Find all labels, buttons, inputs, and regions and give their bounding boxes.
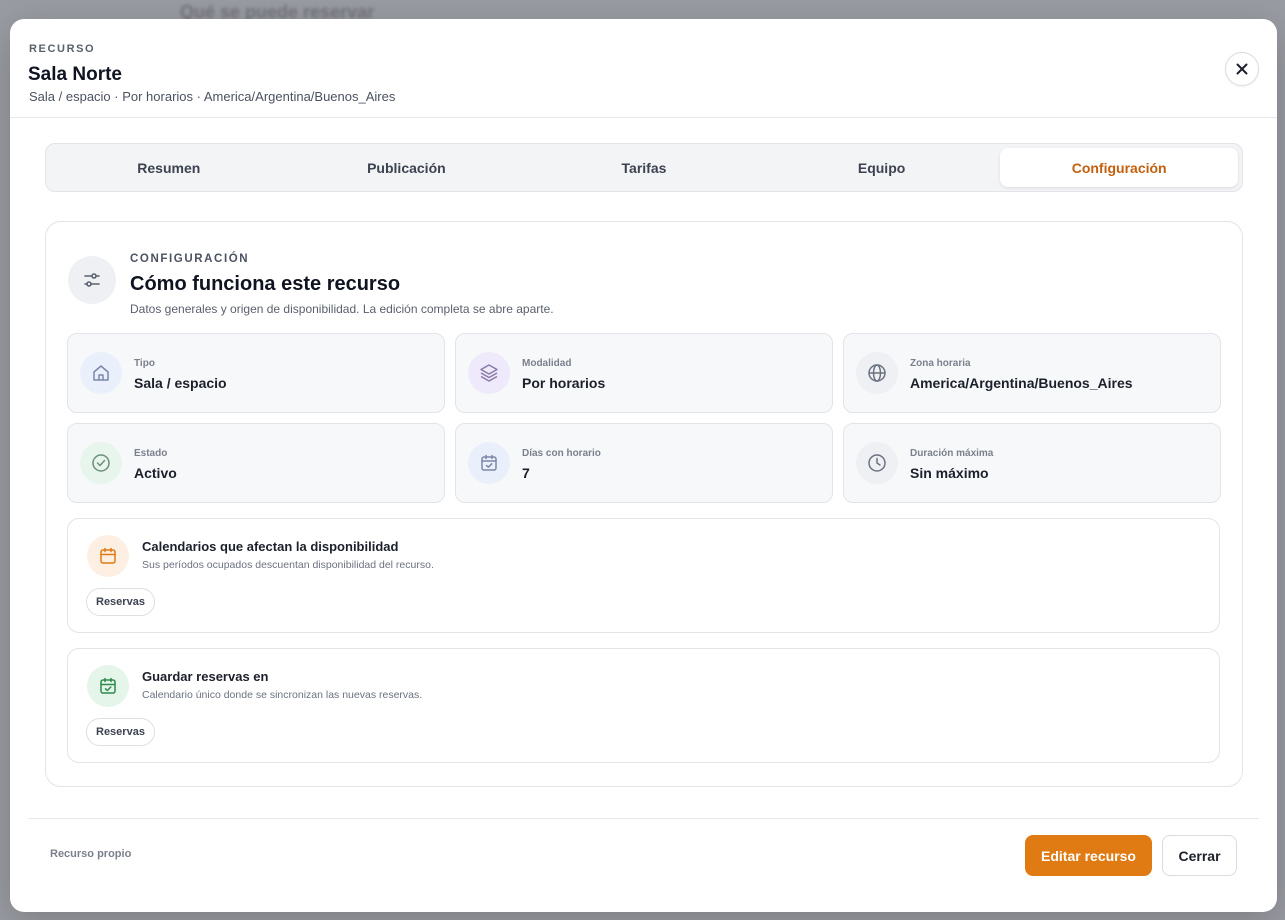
tab-bar: Resumen Publicación Tarifas Equipo Confi… [45, 143, 1243, 192]
card-icon-wrap [856, 442, 898, 484]
card-label: Estado [134, 448, 168, 459]
calendar-check-icon [481, 454, 497, 471]
calendar-check-icon [100, 677, 116, 694]
header-eyebrow: RECURSO [29, 43, 96, 55]
section-icon-wrap [87, 665, 129, 707]
card-icon-wrap [468, 352, 510, 394]
card-value: Activo [134, 465, 177, 481]
section-icon-wrap [87, 535, 129, 577]
tab-publicacion[interactable]: Publicación [288, 148, 526, 187]
modal-title: Sala Norte [28, 64, 122, 85]
close-button[interactable] [1225, 52, 1259, 86]
section-save-reservations: Guardar reservas en Calendario único don… [67, 648, 1220, 763]
modal-subtitle: Sala / espacio · Por horarios · America/… [29, 89, 396, 104]
sliders-icon [84, 273, 100, 287]
section-affecting-calendars: Calendarios que afectan la disponibilida… [67, 518, 1220, 633]
calendar-icon [100, 547, 116, 564]
card-icon-wrap [80, 442, 122, 484]
footer-note: Recurso propio [50, 848, 132, 860]
info-card-zona-horaria: Zona horaria America/Argentina/Buenos_Ai… [843, 333, 1221, 413]
edit-resource-button[interactable]: Editar recurso [1025, 835, 1152, 876]
card-icon-wrap [468, 442, 510, 484]
calendar-chip[interactable]: Reservas [86, 588, 155, 616]
panel-title: Cómo funciona este recurso [130, 273, 401, 295]
tab-configuracion[interactable]: Configuración [1000, 148, 1238, 187]
section-title: Guardar reservas en [142, 669, 269, 684]
card-value: 7 [522, 465, 530, 481]
tab-equipo[interactable]: Equipo [763, 148, 1001, 187]
tab-tarifas[interactable]: Tarifas [525, 148, 763, 187]
section-description: Sus períodos ocupados descuentan disponi… [142, 559, 434, 571]
info-card-dias-con-horario: Días con horario 7 [455, 423, 833, 503]
globe-icon [868, 364, 886, 382]
card-icon-wrap [80, 352, 122, 394]
panel-icon-wrap [68, 256, 116, 304]
card-label: Días con horario [522, 448, 601, 459]
card-label: Zona horaria [910, 358, 971, 369]
card-label: Tipo [134, 358, 155, 369]
close-footer-button[interactable]: Cerrar [1162, 835, 1237, 876]
card-value: Sala / espacio [134, 375, 227, 391]
panel-eyebrow: CONFIGURACIÓN [130, 253, 250, 265]
clock-icon [868, 454, 886, 472]
info-card-duracion-maxima: Duración máxima Sin máximo [843, 423, 1221, 503]
configuration-panel: CONFIGURACIÓN Cómo funciona este recurso… [45, 221, 1243, 787]
section-description: Calendario único donde se sincronizan la… [142, 689, 423, 701]
card-icon-wrap [856, 352, 898, 394]
modal-header: RECURSO Sala Norte Sala / espacio · Por … [10, 19, 1277, 118]
section-title: Calendarios que afectan la disponibilida… [142, 539, 399, 554]
info-card-estado: Estado Activo [67, 423, 445, 503]
card-label: Duración máxima [910, 448, 994, 459]
info-card-modalidad: Modalidad Por horarios [455, 333, 833, 413]
close-icon [1236, 63, 1248, 75]
home-icon [93, 365, 109, 381]
info-card-tipo: Tipo Sala / espacio [67, 333, 445, 413]
card-value: Por horarios [522, 375, 606, 391]
footer-divider [28, 818, 1259, 819]
calendar-chip[interactable]: Reservas [86, 718, 155, 746]
panel-description: Datos generales y origen de disponibilid… [130, 302, 554, 316]
tab-resumen[interactable]: Resumen [50, 148, 288, 187]
card-value: Sin máximo [910, 465, 989, 481]
layers-icon [480, 364, 498, 382]
card-value: America/Argentina/Buenos_Aires [910, 375, 1133, 391]
check-circle-icon [92, 454, 110, 472]
resource-modal: RECURSO Sala Norte Sala / espacio · Por … [10, 19, 1277, 912]
card-label: Modalidad [522, 358, 572, 369]
